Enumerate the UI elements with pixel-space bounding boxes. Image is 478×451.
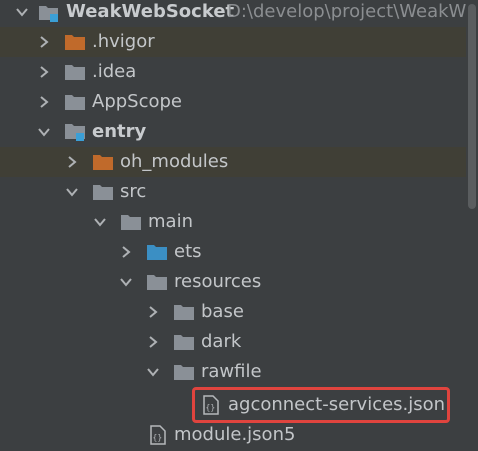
tree-item-label: src <box>120 181 147 202</box>
module-folder-icon <box>38 3 58 22</box>
chevron-right-icon[interactable] <box>145 304 161 320</box>
tree-row-idea[interactable]: .idea <box>0 57 466 87</box>
tree-row-dark[interactable]: dark <box>0 327 466 357</box>
tree-row-entry[interactable]: entry <box>0 117 466 147</box>
tree-item-label: .hvigor <box>92 31 155 52</box>
chevron-right-icon[interactable] <box>64 154 80 170</box>
module-folder-icon <box>64 122 85 141</box>
chevron-right-icon[interactable] <box>145 334 161 350</box>
tree-row-oh-modules[interactable]: oh_modules <box>0 147 466 177</box>
chevron-right-icon[interactable] <box>36 34 52 50</box>
vertical-scrollbar[interactable] <box>466 0 478 451</box>
tree-row-project-root[interactable]: WeakWebSocket D:\develop\project\WeakWeb <box>0 0 478 27</box>
folder-icon <box>64 93 85 111</box>
project-root-path: D:\develop\project\WeakWeb <box>227 1 478 22</box>
tree-row-resources[interactable]: resources <box>0 267 466 297</box>
folder-icon <box>120 213 141 231</box>
tree-row-module-json5[interactable]: {} module.json5 <box>0 420 466 450</box>
chevron-down-icon[interactable] <box>64 184 80 200</box>
tree-row-main[interactable]: main <box>0 207 466 237</box>
chevron-right-icon[interactable] <box>118 244 134 260</box>
project-tree: WeakWebSocket D:\develop\project\WeakWeb… <box>0 0 478 451</box>
svg-text:{}: {} <box>153 433 163 442</box>
tree-item-label: oh_modules <box>120 151 229 172</box>
chevron-down-icon[interactable] <box>36 124 52 140</box>
folder-excluded-icon <box>92 153 113 171</box>
tree-item-label: base <box>201 301 244 322</box>
folder-icon <box>146 273 167 291</box>
tree-row-rawfile[interactable]: rawfile <box>0 357 466 387</box>
highlight-annotation <box>192 387 450 423</box>
tree-item-label: dark <box>201 331 242 352</box>
folder-icon <box>173 303 194 321</box>
tree-row-appscope[interactable]: AppScope <box>0 87 466 117</box>
tree-item-label: main <box>148 211 193 232</box>
folder-icon <box>173 363 194 381</box>
tree-item-label: .idea <box>92 61 137 82</box>
tree-item-label: ets <box>174 241 202 262</box>
tree-item-label: AppScope <box>92 91 182 112</box>
chevron-down-icon[interactable] <box>92 214 108 230</box>
tree-row-hvigor[interactable]: .hvigor <box>0 27 466 57</box>
folder-icon <box>92 183 113 201</box>
folder-icon <box>64 63 85 81</box>
folder-excluded-icon <box>64 33 85 51</box>
chevron-right-icon[interactable] <box>36 94 52 110</box>
tree-row-base[interactable]: base <box>0 297 466 327</box>
scrollbar-thumb[interactable] <box>468 4 476 209</box>
chevron-right-icon[interactable] <box>36 64 52 80</box>
tree-item-label: resources <box>174 271 262 292</box>
chevron-down-icon[interactable] <box>145 364 161 380</box>
project-root-name: WeakWebSocket <box>66 1 235 22</box>
tree-item-label: rawfile <box>201 361 262 382</box>
tree-item-label: entry <box>92 121 147 142</box>
tree-item-label: module.json5 <box>174 424 296 445</box>
folder-icon <box>173 333 194 351</box>
tree-row-ets[interactable]: ets <box>0 237 466 267</box>
source-folder-icon <box>146 243 167 261</box>
json-file-icon: {} <box>148 425 168 445</box>
chevron-down-icon[interactable] <box>118 274 134 290</box>
tree-row-src[interactable]: src <box>0 177 466 207</box>
chevron-down-icon[interactable] <box>14 4 30 20</box>
